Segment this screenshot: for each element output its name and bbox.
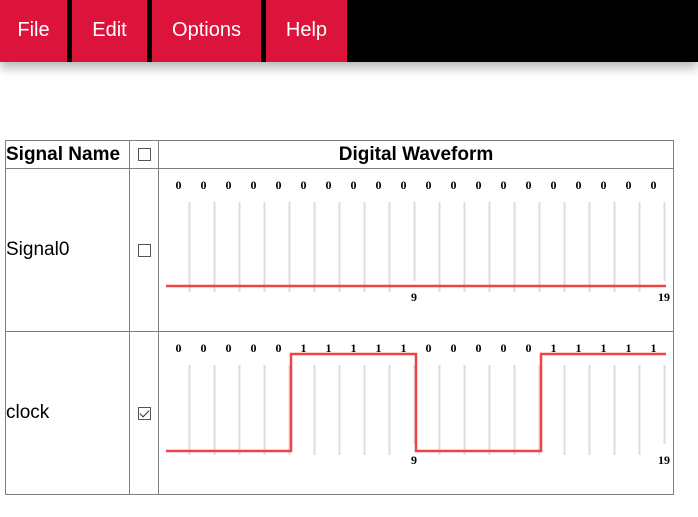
bit-label: 0: [601, 178, 607, 192]
bit-label: 0: [326, 178, 332, 192]
header-signal-name: Signal Name: [5, 140, 130, 169]
bit-label: 0: [176, 341, 182, 355]
bit-label: 0: [176, 178, 182, 192]
bit-label: 0: [626, 178, 632, 192]
bit-label: 0: [426, 178, 432, 192]
signal-name: Signal0: [5, 168, 130, 332]
bit-label: 0: [251, 178, 257, 192]
waveform-cell: 0 0 0 0 0 0 0 0 0 0 0 0 0 0 0 0 0 0 0 0 9 19: [158, 168, 674, 332]
bit-label: 0: [351, 178, 357, 192]
bit-label: 0: [301, 178, 307, 192]
header-checkbox-cell: [129, 140, 159, 169]
signal-checkbox[interactable]: [137, 243, 151, 257]
bit-label: 0: [376, 178, 382, 192]
menu-help[interactable]: Help: [266, 0, 347, 62]
bit-label: 0: [226, 341, 232, 355]
bit-label: 0: [451, 341, 457, 355]
checkbox-cell: [129, 168, 159, 332]
bit-label: 0: [451, 178, 457, 192]
tick-label: 19: [658, 290, 670, 304]
signal-name: clock: [5, 331, 130, 495]
menu-options[interactable]: Options: [152, 0, 261, 62]
waveform-line: [166, 352, 666, 453]
bit-label: 0: [226, 178, 232, 192]
bit-label: 0: [501, 178, 507, 192]
table-header-row: Signal Name Digital Waveform: [5, 140, 674, 169]
header-digital-waveform: Digital Waveform: [158, 140, 674, 169]
waveform-chart: 0 0 0 0 0 0 0 0 0 0 0 0 0 0 0 0 0 0 0 0 9 19: [166, 178, 670, 304]
table-row: clock 0 0 0 0 0 1 1 1 1 1 0 0 0 0 0 1 1 1 1 1 9 19: [5, 331, 674, 495]
menu-file[interactable]: File: [0, 0, 67, 62]
bit-label: 0: [526, 178, 532, 192]
bit-label: 0: [276, 341, 282, 355]
signal-table: Signal Name Digital Waveform Signal0 000…: [5, 140, 674, 495]
bit-label: 0: [201, 341, 207, 355]
bit-label: 0: [201, 178, 207, 192]
tick-label: 19: [658, 453, 670, 467]
bit-label: 0: [276, 178, 282, 192]
waveform-chart: 0 0 0 0 0 1 1 1 1 1 0 0 0 0 0 1 1 1 1 19 19: [166, 341, 670, 467]
table-row: Signal0 0 0 0 0 0 0 0 0 0 0 0 0 0 0 0 0 0 0 0 0 9 19: [5, 168, 674, 332]
bit-label: 0: [501, 341, 507, 355]
tick-label: 9: [411, 290, 417, 304]
bit-label: 0: [476, 341, 482, 355]
tick-label: 9: [411, 453, 417, 467]
bit-label: 0: [476, 178, 482, 192]
signal-checkbox[interactable]: [137, 406, 151, 420]
bit-label: 0: [651, 178, 657, 192]
select-all-checkbox[interactable]: [137, 148, 151, 161]
checkbox-cell: [129, 331, 159, 495]
bit-label: 0: [526, 341, 532, 355]
bit-label: 0: [576, 178, 582, 192]
bit-label: 0: [401, 178, 407, 192]
bit-label: 0: [426, 341, 432, 355]
menu-edit[interactable]: Edit: [72, 0, 147, 62]
bit-label: 0: [251, 341, 257, 355]
menu-bar: File Edit Options Help: [0, 0, 698, 62]
waveform-cell: 0 0 0 0 0 1 1 1 1 1 0 0 0 0 0 1 1 1 1 1 9 19: [158, 331, 674, 495]
bit-label: 0: [551, 178, 557, 192]
